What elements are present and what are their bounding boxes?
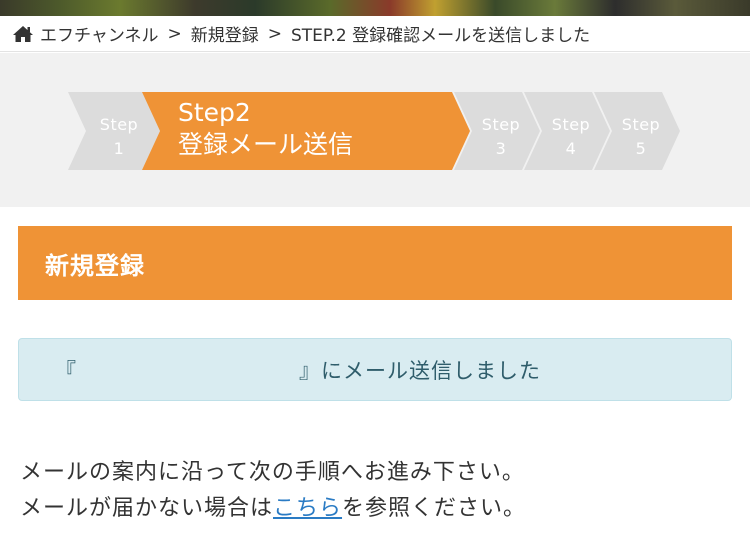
step-3-label: Step (481, 115, 521, 134)
notice-message: 』にメール送信しました (299, 358, 541, 383)
step-4-label-group: Step 4 (536, 113, 606, 161)
step-3-number: 3 (495, 139, 507, 158)
step-5-number: 5 (635, 139, 647, 158)
step-1-label-group: Step 1 (84, 113, 154, 161)
breadcrumb-register[interactable]: 新規登録 (191, 21, 259, 46)
breadcrumb: エフチャンネル > 新規登録 > STEP.2 登録確認メールを送信しました (0, 16, 750, 52)
breadcrumb-separator: > (167, 23, 182, 44)
step-2-label-group: Step2 登録メール送信 (178, 97, 438, 161)
page: エフチャンネル > 新規登録 > STEP.2 登録確認メールを送信しました S… (0, 0, 750, 550)
header-photo (0, 0, 750, 16)
instructions-line-2-after: を参照ください。 (342, 496, 527, 521)
page-title: 新規登録 (45, 251, 145, 280)
step-1-label: Step (99, 115, 139, 134)
help-link[interactable]: こちら (273, 496, 342, 521)
home-icon[interactable] (12, 25, 34, 43)
step-2-title: 登録メール送信 (178, 130, 354, 159)
step-progress: Step 1 Step2 登録メール送信 Step 3 Step 4 Step … (0, 53, 750, 207)
step-5-label-group: Step 5 (606, 113, 676, 161)
instructions: メールの案内に沿って次の手順へお進み下さい。 メールが届かない場合はこちらを参照… (20, 455, 740, 527)
breadcrumb-home[interactable]: エフチャンネル (40, 21, 159, 46)
instructions-line-2: メールが届かない場合はこちらを参照ください。 (20, 491, 740, 527)
step-4-number: 4 (565, 139, 577, 158)
step-3-label-group: Step 3 (466, 113, 536, 161)
step-1-number: 1 (113, 139, 125, 158)
page-title-bar: 新規登録 (18, 226, 732, 300)
breadcrumb-current: STEP.2 登録確認メールを送信しました (291, 26, 591, 46)
instructions-line-2-before: メールが届かない場合は (20, 496, 274, 521)
step-2-label: Step2 (178, 98, 251, 127)
step-4-label: Step (551, 115, 591, 134)
breadcrumb-separator: > (267, 23, 282, 44)
instructions-line-1: メールの案内に沿って次の手順へお進み下さい。 (20, 460, 525, 485)
email-sent-notice: 『 』にメール送信しました (18, 338, 732, 401)
notice-open-bracket: 『 (55, 358, 77, 383)
step-5-label: Step (621, 115, 661, 134)
